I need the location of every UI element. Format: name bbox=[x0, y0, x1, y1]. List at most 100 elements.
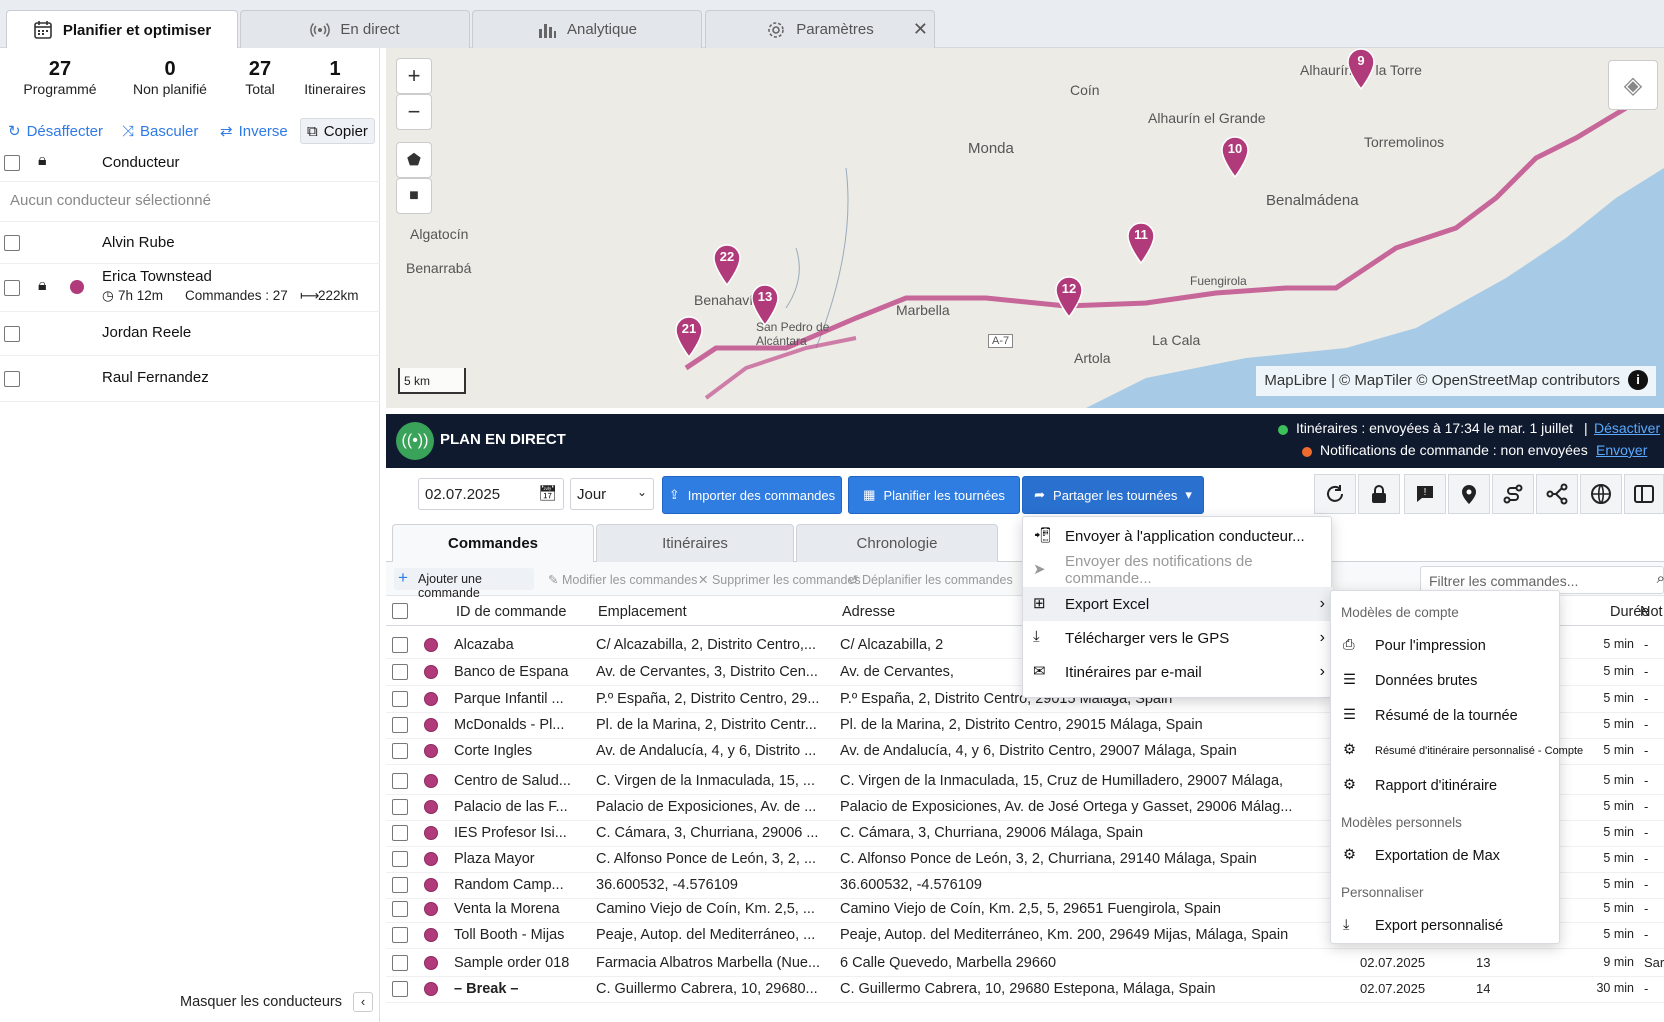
column-header[interactable]: ID de commande bbox=[456, 604, 566, 620]
driver-checkbox[interactable] bbox=[4, 326, 20, 342]
excel-template-item[interactable]: ⤓ Export personnalisé bbox=[1331, 911, 1561, 943]
select-all-orders-checkbox[interactable] bbox=[392, 603, 408, 619]
reverse-button[interactable]: ⇄ Inverse bbox=[220, 118, 288, 144]
map-marker[interactable]: 12 bbox=[1054, 276, 1084, 319]
order-id: Sample order 018 bbox=[454, 955, 570, 971]
period-select[interactable]: Jour ⌄ bbox=[570, 478, 654, 510]
tab-routes[interactable]: Itinéraires bbox=[596, 524, 794, 562]
menu-item-send-driver-app[interactable]: 📲︎ Envoyer à l'application conducteur... bbox=[1023, 519, 1333, 553]
toggle-button[interactable]: ⤨ Basculer bbox=[122, 118, 198, 144]
hide-drivers-link[interactable]: Masquer les conducteurs bbox=[180, 994, 342, 1010]
zoom-out-button[interactable]: − bbox=[396, 94, 432, 130]
message-button[interactable]: ! bbox=[1404, 474, 1446, 514]
order-duration: 5 min bbox=[1603, 637, 1634, 651]
zoom-in-button[interactable]: + bbox=[396, 58, 432, 94]
edit-orders-button[interactable]: ✎ Modifier les commandes bbox=[548, 572, 697, 587]
close-icon[interactable]: ✕ bbox=[913, 19, 928, 40]
select-all-checkbox[interactable] bbox=[4, 155, 20, 171]
branch-button[interactable] bbox=[1536, 474, 1578, 514]
plan-routes-button[interactable]: ▦ Planifier les tournées bbox=[848, 476, 1020, 514]
row-checkbox[interactable] bbox=[392, 981, 408, 997]
excel-template-item[interactable]: ⚙ Résumé d'itinéraire personnalisé - Comp… bbox=[1331, 736, 1583, 768]
tab-settings[interactable]: Paramètres ✕ bbox=[705, 10, 935, 48]
gear-icon bbox=[768, 21, 785, 38]
row-checkbox[interactable] bbox=[392, 799, 408, 815]
deactivate-link[interactable]: Désactiver bbox=[1586, 420, 1660, 436]
row-checkbox[interactable] bbox=[392, 955, 408, 971]
lock-icon[interactable]: 🔒︎ bbox=[38, 277, 47, 295]
excel-template-item[interactable]: ☰ Résumé de la tournée bbox=[1331, 701, 1561, 733]
calendar-icon[interactable]: 📅︎ bbox=[538, 484, 557, 502]
row-checkbox[interactable] bbox=[392, 664, 408, 680]
row-checkbox[interactable] bbox=[392, 743, 408, 759]
share-routes-button[interactable]: ➦ Partager les tournées ▾ bbox=[1022, 476, 1204, 514]
driver-checkbox[interactable] bbox=[4, 371, 20, 387]
email-icon: ✉ bbox=[1033, 663, 1046, 680]
rectangle-tool-button[interactable]: ■ bbox=[396, 178, 432, 214]
row-checkbox[interactable] bbox=[392, 691, 408, 707]
row-checkbox[interactable] bbox=[392, 717, 408, 733]
driver-row[interactable]: Raul Fernandez bbox=[0, 356, 380, 402]
excel-template-item[interactable]: ⚙ Exportation de Max bbox=[1331, 841, 1561, 873]
send-link[interactable]: Envoyer bbox=[1596, 442, 1647, 458]
map-place-label: Benarrabá bbox=[406, 260, 472, 276]
driver-checkbox[interactable] bbox=[4, 280, 20, 296]
order-id: – Break – bbox=[454, 981, 519, 997]
map-marker[interactable]: 13 bbox=[750, 284, 780, 327]
driver-row[interactable]: Alvin Rube bbox=[0, 222, 380, 264]
excel-template-item[interactable]: ⚙ Rapport d'itinéraire bbox=[1331, 771, 1561, 803]
info-icon[interactable]: i bbox=[1628, 370, 1648, 390]
row-checkbox[interactable] bbox=[392, 901, 408, 917]
sidebar-toggle-button[interactable] bbox=[1624, 474, 1664, 514]
tab-analytics[interactable]: Analytique bbox=[472, 10, 702, 48]
menu-item-send-notifications[interactable]: ➤ Envoyer des notifications de commande..… bbox=[1023, 553, 1333, 587]
unplan-orders-button[interactable]: ↺ Déplanifier les commandes bbox=[848, 572, 1013, 587]
driver-checkbox[interactable] bbox=[4, 235, 20, 251]
delete-orders-button[interactable]: ✕ Supprimer les commandes bbox=[698, 572, 861, 587]
menu-item-export-excel[interactable]: ⊞ Export Excel › bbox=[1023, 587, 1333, 621]
table-row[interactable]: Sample order 018 Farmacia Albatros Marbel… bbox=[386, 950, 1664, 977]
row-checkbox[interactable] bbox=[392, 825, 408, 841]
map-marker[interactable]: 9 bbox=[1346, 48, 1376, 91]
row-checkbox[interactable] bbox=[392, 877, 408, 893]
row-checkbox[interactable] bbox=[392, 637, 408, 653]
unassign-button[interactable]: ↻ Désaffecter bbox=[8, 118, 103, 144]
map-marker[interactable]: 22 bbox=[712, 244, 742, 287]
map-marker[interactable]: 10 bbox=[1220, 136, 1250, 179]
globe-button[interactable] bbox=[1580, 474, 1622, 514]
row-checkbox[interactable] bbox=[392, 927, 408, 943]
map[interactable]: + − ⬟ ■ ◈ Alhaurín de la Torre Coín Alha… bbox=[386, 48, 1664, 408]
tab-orders[interactable]: Commandes bbox=[392, 524, 594, 562]
polygon-tool-button[interactable]: ⬟ bbox=[396, 142, 432, 178]
column-header[interactable]: Adresse bbox=[842, 604, 895, 620]
driver-name: Erica Townstead bbox=[102, 268, 212, 285]
driver-distance: 222km bbox=[318, 288, 359, 303]
menu-item-gps-download[interactable]: ⤓ Télécharger vers le GPS › bbox=[1023, 621, 1333, 655]
tab-plan-optimize[interactable]: Planifier et optimiser bbox=[6, 10, 238, 49]
copy-button[interactable]: ⧉ Copier bbox=[300, 118, 375, 144]
route-color-dot bbox=[424, 800, 438, 814]
add-order-button[interactable]: + Ajouter une commande bbox=[394, 568, 534, 600]
tab-timeline[interactable]: Chronologie bbox=[796, 524, 998, 562]
lock-button[interactable] bbox=[1358, 474, 1400, 514]
driver-row[interactable]: 🔒︎ Erica Townstead ◷ 7h 12m Commandes : … bbox=[0, 264, 380, 312]
excel-template-item[interactable]: ☰ Données brutes bbox=[1331, 666, 1561, 698]
menu-item-email-routes[interactable]: ✉ Itinéraires par e-mail › bbox=[1023, 655, 1333, 689]
row-checkbox[interactable] bbox=[392, 773, 408, 789]
refresh-button[interactable] bbox=[1314, 474, 1356, 514]
row-checkbox[interactable] bbox=[392, 851, 408, 867]
map-marker[interactable]: 11 bbox=[1126, 222, 1156, 265]
column-header[interactable]: Not bbox=[1640, 604, 1663, 620]
route-button[interactable] bbox=[1492, 474, 1534, 514]
excel-template-item[interactable]: ⎙ Pour l'impression bbox=[1331, 631, 1561, 663]
driver-row[interactable]: Jordan Reele bbox=[0, 312, 380, 356]
column-header[interactable]: Emplacement bbox=[598, 604, 687, 620]
collapse-icon[interactable]: ‹ bbox=[353, 992, 373, 1012]
date-input[interactable]: 02.07.2025 📅︎ bbox=[418, 478, 564, 510]
layers-button[interactable]: ◈ bbox=[1608, 60, 1658, 110]
map-marker[interactable]: 21 bbox=[674, 316, 704, 359]
location-button[interactable] bbox=[1448, 474, 1490, 514]
import-orders-button[interactable]: ⇪ Importer des commandes bbox=[662, 476, 842, 514]
tab-live[interactable]: En direct bbox=[240, 10, 470, 48]
table-row[interactable]: – Break – C. Guillermo Cabrera, 10, 29680… bbox=[386, 976, 1664, 1003]
